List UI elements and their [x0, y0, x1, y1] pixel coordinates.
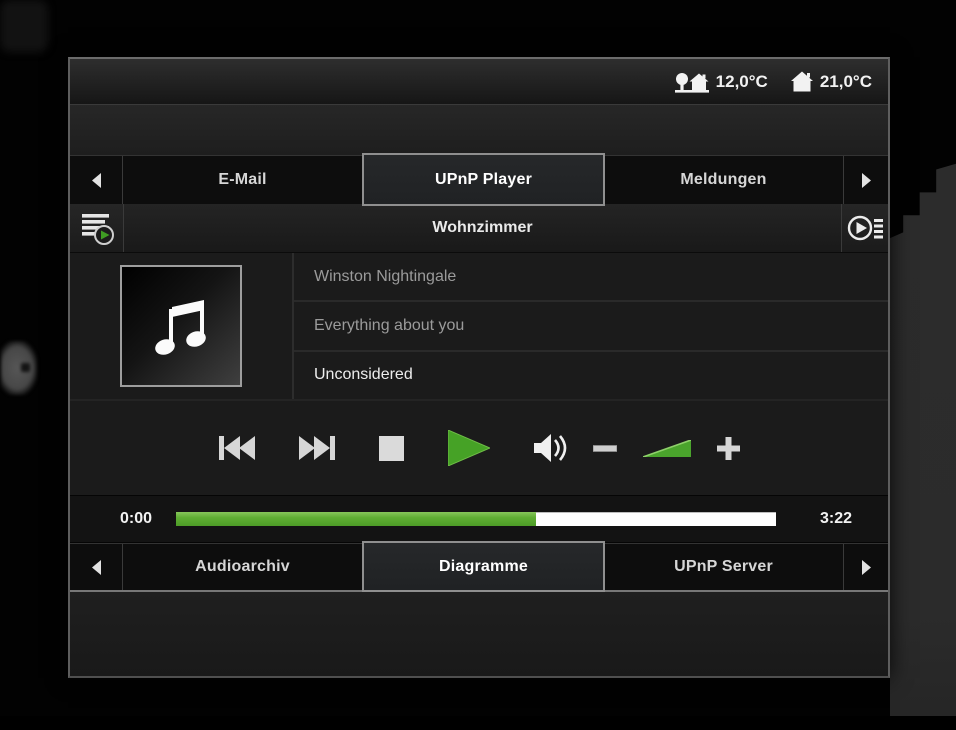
album-name: Everything about you	[314, 317, 464, 335]
indoor-temperature: 21,0°C	[791, 71, 872, 92]
album-art-pane	[70, 253, 292, 399]
previous-track-button[interactable]	[219, 435, 255, 461]
chevron-right-icon	[862, 173, 871, 188]
chevron-right-icon	[862, 560, 871, 575]
play-queue-button[interactable]	[841, 204, 888, 252]
content-area	[70, 592, 888, 676]
album-row: Everything about you	[294, 302, 888, 351]
tab-upnp-player[interactable]: UPnP Player	[362, 153, 605, 206]
transport-controls	[70, 399, 888, 495]
zone-bar: Wohnzimmer	[70, 204, 888, 253]
next-track-button[interactable]	[299, 435, 335, 461]
chevron-left-icon	[92, 173, 101, 188]
title-row: Unconsidered	[294, 352, 888, 399]
bottom-tab-bar: Audioarchiv Diagramme UPnP Server	[70, 543, 888, 592]
speaker-icon-button[interactable]	[534, 434, 567, 462]
background-blob	[1, 341, 37, 395]
outdoor-temp-value: 12,0°C	[716, 72, 768, 92]
background-panel	[890, 158, 956, 730]
top-tab-bar: E-Mail UPnP Player Meldungen	[70, 155, 888, 204]
upnp-player-window: 12,0°C 21,0°C E-Mail UPnP Player Meldung…	[68, 57, 890, 678]
progress-row: 0:00 3:22	[70, 495, 888, 543]
volume-up-button[interactable]	[717, 437, 740, 460]
tab-scroll-right-button[interactable]	[843, 156, 888, 204]
tab-upnp-server[interactable]: UPnP Server	[604, 544, 843, 590]
total-time: 3:22	[802, 510, 852, 528]
background-strip	[0, 716, 956, 730]
queue-play-icon	[847, 214, 883, 242]
stop-button[interactable]	[379, 436, 404, 461]
track-info-pane: Winston Nightingale Everything about you…	[292, 253, 888, 399]
progress-fill	[176, 512, 536, 526]
artist-name: Winston Nightingale	[314, 268, 456, 286]
tab-scroll-left-button[interactable]	[70, 156, 123, 204]
indoor-temp-value: 21,0°C	[820, 72, 872, 92]
album-art	[120, 265, 242, 387]
music-note-icon	[152, 295, 210, 357]
tab-audioarchiv[interactable]: Audioarchiv	[123, 544, 363, 590]
play-button[interactable]	[448, 430, 490, 466]
bottom-tab-scroll-right-button[interactable]	[843, 544, 888, 590]
chevron-left-icon	[92, 560, 101, 575]
outdoor-temperature: 12,0°C	[675, 71, 768, 93]
house-icon	[791, 71, 813, 92]
volume-down-button[interactable]	[593, 445, 617, 452]
volume-group	[534, 434, 740, 462]
header-strip	[70, 105, 888, 155]
playlist-play-icon	[80, 210, 114, 246]
now-playing-area: Winston Nightingale Everything about you…	[70, 253, 888, 399]
zone-title: Wohnzimmer	[124, 204, 841, 252]
tab-diagramme[interactable]: Diagramme	[362, 541, 605, 592]
tab-meldungen[interactable]: Meldungen	[604, 156, 843, 204]
artist-row: Winston Nightingale	[294, 253, 888, 302]
playlist-button[interactable]	[70, 204, 124, 252]
volume-level-icon[interactable]	[643, 440, 691, 457]
elapsed-time: 0:00	[120, 510, 176, 528]
background-blob	[0, 0, 48, 52]
track-title: Unconsidered	[314, 366, 413, 384]
tab-email[interactable]: E-Mail	[123, 156, 363, 204]
status-bar: 12,0°C 21,0°C	[70, 59, 888, 105]
bottom-tab-scroll-left-button[interactable]	[70, 544, 123, 590]
progress-bar[interactable]	[176, 512, 776, 526]
tree-house-icon	[675, 71, 709, 93]
